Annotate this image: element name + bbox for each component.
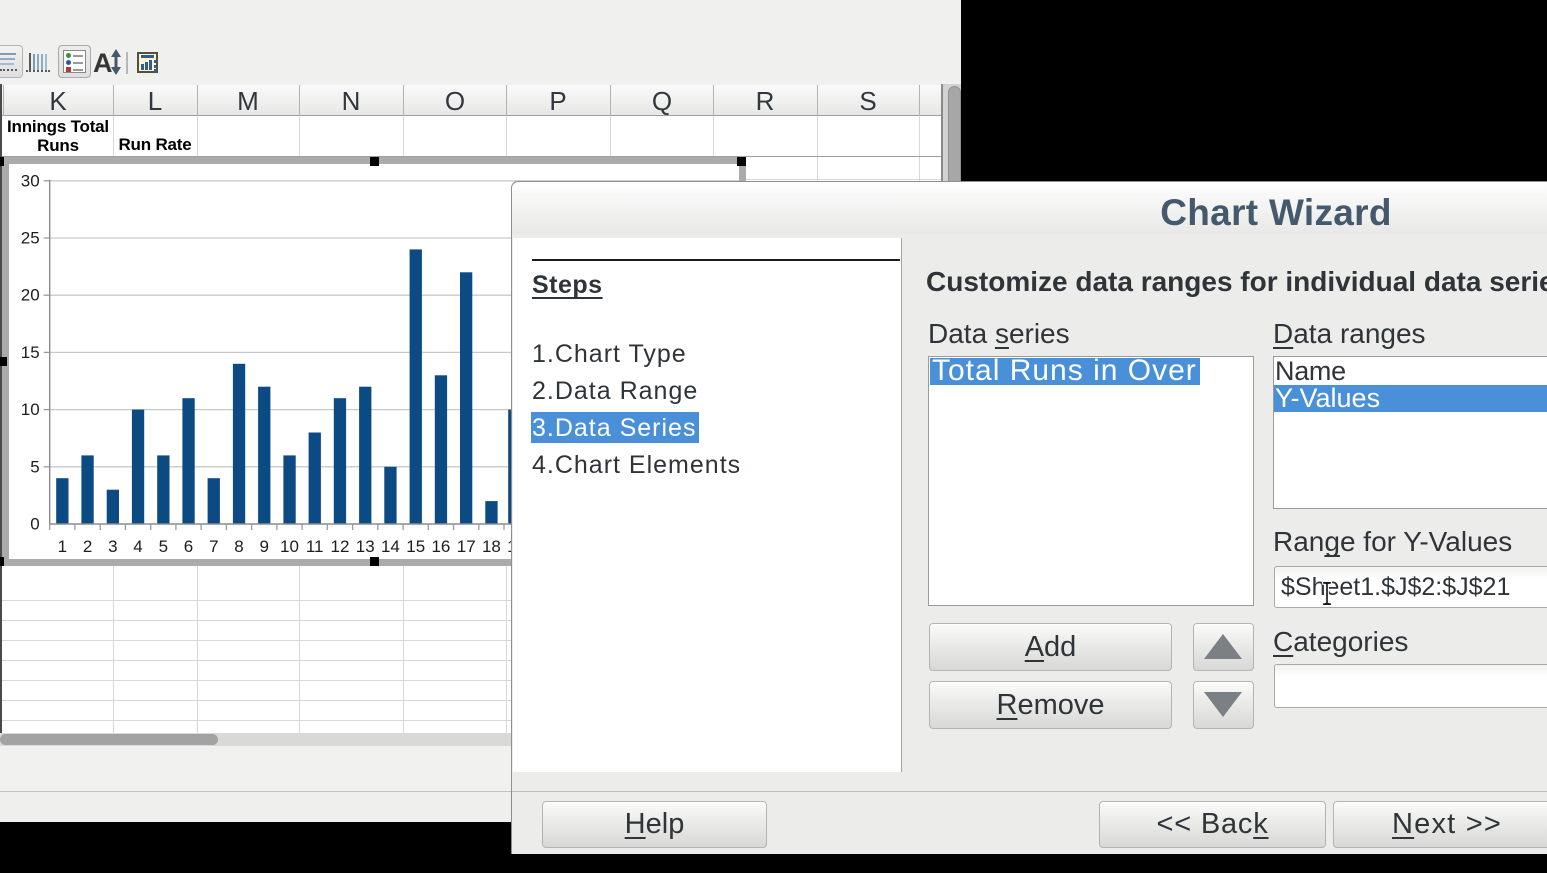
svg-text:3: 3 xyxy=(108,537,117,556)
svg-text:11: 11 xyxy=(306,537,324,556)
svg-text:17: 17 xyxy=(457,537,476,556)
svg-text:10: 10 xyxy=(21,400,40,419)
svg-text:25: 25 xyxy=(21,229,40,248)
svg-text:10: 10 xyxy=(280,537,299,556)
svg-text:20: 20 xyxy=(21,286,40,305)
svg-text:1: 1 xyxy=(58,537,67,556)
svg-text:5: 5 xyxy=(30,457,39,476)
svg-text:5: 5 xyxy=(159,537,168,556)
svg-text:2: 2 xyxy=(83,537,92,556)
svg-text:0: 0 xyxy=(30,515,39,534)
svg-text:12: 12 xyxy=(331,537,350,556)
svg-text:15: 15 xyxy=(406,537,425,556)
svg-text:8: 8 xyxy=(234,537,243,556)
svg-text:7: 7 xyxy=(209,537,218,556)
svg-text:6: 6 xyxy=(184,537,193,556)
svg-text:14: 14 xyxy=(381,537,400,556)
svg-text:15: 15 xyxy=(21,343,40,362)
svg-text:4: 4 xyxy=(133,537,142,556)
svg-text:16: 16 xyxy=(431,537,450,556)
svg-text:18: 18 xyxy=(482,537,501,556)
svg-text:13: 13 xyxy=(356,537,375,556)
svg-text:30: 30 xyxy=(21,171,40,190)
svg-text:9: 9 xyxy=(259,537,268,556)
